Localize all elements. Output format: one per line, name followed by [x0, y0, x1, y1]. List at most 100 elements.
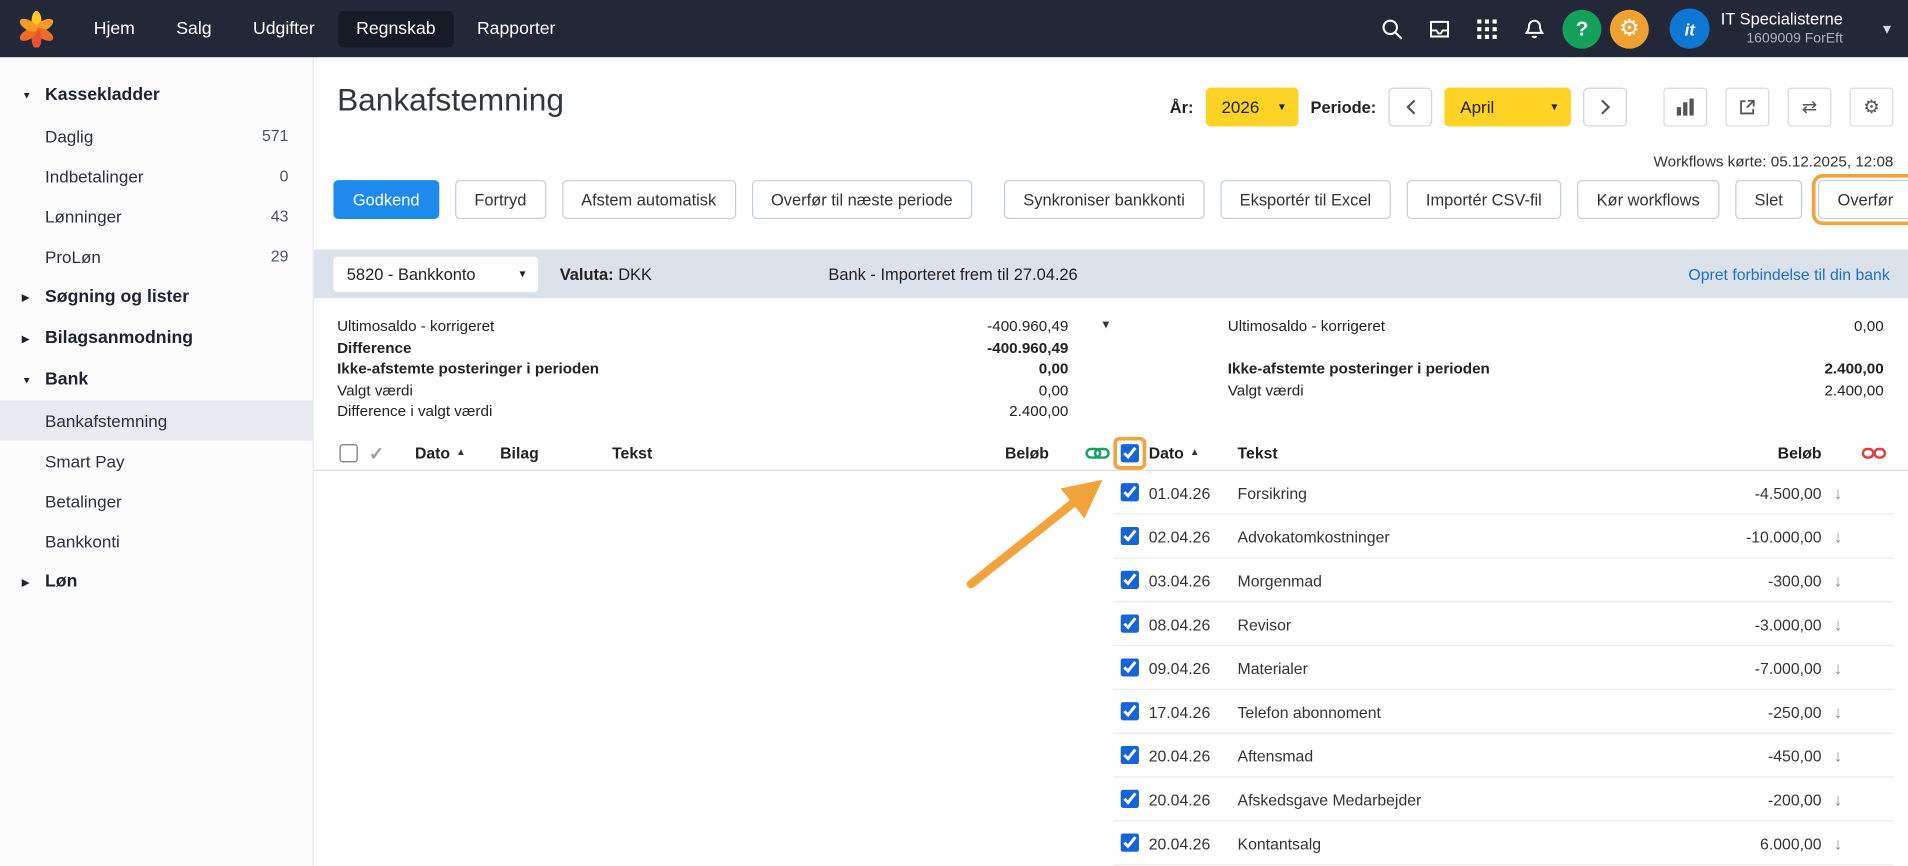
sidebar-section-lon[interactable]: ▶ Løn [0, 561, 313, 602]
bank-posting-row: 09.04.26 Materialer -7.000,00 ↓ [1113, 646, 1893, 690]
summary-bank-side: Ultimosaldo - korrigeret0,00 Ikke-afstem… [1228, 316, 1884, 401]
overfor-button[interactable]: Overfør [1818, 180, 1908, 219]
importer-csv-fil-button[interactable]: Importér CSV-fil [1406, 180, 1561, 219]
sidebar-section-label: Bilagsanmodning [45, 329, 193, 348]
posting-text: Kontantsalg [1238, 821, 1322, 865]
help-button[interactable]: ? [1563, 9, 1602, 48]
menu-item-rapporter[interactable]: Rapporter [459, 10, 574, 47]
bank-posting-row: 20.04.26 Afskedsgave Medarbejder -200,00… [1113, 778, 1893, 822]
summary-value: 0,00 [1039, 380, 1069, 401]
connect-bank-link[interactable]: Opret forbindelse til din bank [1688, 265, 1889, 283]
chevron-expanded-icon: ▼ [22, 374, 34, 385]
move-down-icon[interactable]: ↓ [1834, 559, 1843, 603]
sidebar-item-prolon[interactable]: ProLøn 29 [0, 236, 313, 276]
account-number: 1609009 ForEft [1746, 30, 1842, 47]
economic-flower-logo[interactable] [17, 9, 56, 48]
posting-text: Aftensmad [1238, 734, 1314, 778]
move-down-icon[interactable]: ↓ [1834, 778, 1843, 822]
apps-grid-icon[interactable] [1468, 9, 1507, 48]
posting-checkbox[interactable] [1121, 702, 1139, 720]
posting-checkbox[interactable] [1121, 746, 1139, 764]
afstem-automatisk-button[interactable]: Afstem automatisk [562, 180, 736, 219]
account-name: IT Specialisterne [1721, 10, 1843, 31]
move-down-icon[interactable]: ↓ [1834, 734, 1843, 778]
move-down-icon[interactable]: ↓ [1834, 471, 1843, 515]
posting-checkbox[interactable] [1121, 483, 1139, 501]
kor-workflows-button[interactable]: Kør workflows [1577, 180, 1719, 219]
sidebar-section-label: Løn [45, 572, 77, 591]
move-down-icon[interactable]: ↓ [1834, 515, 1843, 559]
linked-postings-icon[interactable] [1085, 445, 1109, 467]
year-label: År: [1170, 98, 1194, 116]
move-down-icon[interactable]: ↓ [1834, 646, 1843, 690]
posting-amount: -7.000,00 [1649, 646, 1822, 690]
journal-dato-header[interactable]: Dato ▲ [415, 436, 466, 471]
sidebar-item-betalinger[interactable]: Betalinger [0, 481, 313, 521]
account-switcher[interactable]: it IT Specialisterne 1609009 ForEft [1670, 9, 1843, 49]
godkend-button[interactable]: Godkend [333, 180, 439, 219]
move-down-icon[interactable]: ↓ [1834, 690, 1843, 734]
app-window: Hjem Salg Udgifter Regnskab Rapporter [0, 0, 1908, 866]
gear-icon[interactable]: ⚙ [1850, 88, 1894, 127]
journal-select-all-checkbox[interactable] [339, 444, 357, 462]
posting-checkbox[interactable] [1121, 790, 1139, 808]
posting-checkbox[interactable] [1121, 527, 1139, 545]
sidebar-item-smart-pay[interactable]: Smart Pay [0, 440, 313, 480]
settings-button[interactable]: ⚙ [1610, 9, 1649, 48]
chevron-down-icon[interactable]: ▾ [1883, 19, 1891, 38]
posting-checkbox[interactable] [1121, 658, 1139, 676]
summary-value: 2.400,00 [1824, 380, 1883, 401]
sidebar-item-bankafstemning[interactable]: Bankafstemning [0, 400, 313, 440]
move-down-icon[interactable]: ↓ [1834, 602, 1843, 646]
previous-period-button[interactable] [1388, 88, 1432, 127]
journal-belob-header[interactable]: Beløb [869, 436, 1049, 471]
fortryd-button[interactable]: Fortryd [455, 180, 546, 219]
summary-value: 0,00 [1854, 316, 1884, 337]
workflow-icon[interactable]: ⇄ [1788, 88, 1832, 127]
posting-checkbox[interactable] [1121, 615, 1139, 633]
move-down-icon[interactable]: ↓ [1834, 821, 1843, 865]
overfor-til-naeste-periode-button[interactable]: Overfør til næste periode [752, 180, 973, 219]
reconcile-check-icon[interactable]: ✓ [369, 436, 384, 471]
sidebar-item-bankkonti[interactable]: Bankkonti [0, 521, 313, 561]
posting-checkbox[interactable] [1121, 571, 1139, 589]
slet-button[interactable]: Slet [1735, 180, 1802, 219]
currency-label: Valuta: [560, 265, 614, 283]
menu-item-regnskab[interactable]: Regnskab [338, 10, 454, 47]
sidebar-item-lonninger[interactable]: Lønninger 43 [0, 196, 313, 236]
sidebar-section-bilagsanmodning[interactable]: ▶ Bilagsanmodning [0, 318, 313, 359]
synkroniser-bankkonti-button[interactable]: Synkroniser bankkonti [1004, 180, 1205, 219]
eksporter-til-excel-button[interactable]: Eksportér til Excel [1220, 180, 1390, 219]
inbox-icon[interactable] [1420, 9, 1459, 48]
bank-select-all-checkbox[interactable] [1121, 444, 1139, 462]
next-period-button[interactable] [1583, 88, 1627, 127]
bank-import-status: Bank - Importeret frem til 27.04.26 [828, 265, 1077, 283]
search-icon[interactable] [1373, 9, 1412, 48]
year-select[interactable]: 2026 ▾ [1206, 88, 1299, 127]
open-external-icon[interactable] [1725, 88, 1769, 127]
summary-label: Ikke-afstemte posteringer i perioden [337, 359, 599, 380]
bank-account-select[interactable]: 5820 - Bankkonto ▾ [333, 256, 537, 291]
sidebar-section-bank[interactable]: ▼ Bank [0, 359, 313, 400]
sidebar-item-indbetalinger[interactable]: Indbetalinger 0 [0, 156, 313, 196]
chart-icon[interactable] [1663, 88, 1707, 127]
journal-bilag-header[interactable]: Bilag [500, 436, 539, 471]
menu-item-salg[interactable]: Salg [158, 10, 230, 47]
sidebar-section-sogning-og-lister[interactable]: ▶ Søgning og lister [0, 276, 313, 317]
journal-tekst-header[interactable]: Tekst [612, 436, 652, 471]
posting-date: 01.04.26 [1149, 471, 1211, 515]
bank-tekst-header[interactable]: Tekst [1238, 436, 1278, 471]
posting-amount: -10.000,00 [1649, 515, 1822, 559]
unlinked-postings-icon[interactable] [1862, 445, 1886, 467]
period-select[interactable]: April ▾ [1444, 88, 1571, 127]
saldo-options-chevron-icon[interactable]: ▾ [1102, 316, 1109, 332]
bank-dato-header[interactable]: Dato ▲ [1149, 436, 1200, 471]
menu-item-hjem[interactable]: Hjem [75, 10, 153, 47]
menu-item-udgifter[interactable]: Udgifter [235, 10, 333, 47]
bank-belob-header[interactable]: Beløb [1649, 436, 1822, 471]
sidebar-section-kassekladder[interactable]: ▼ Kassekladder [0, 74, 313, 115]
notifications-bell-icon[interactable] [1515, 9, 1554, 48]
posting-checkbox[interactable] [1121, 834, 1139, 852]
sidebar-item-label: Smart Pay [45, 451, 125, 470]
sidebar-item-daglig[interactable]: Daglig 571 [0, 116, 313, 156]
